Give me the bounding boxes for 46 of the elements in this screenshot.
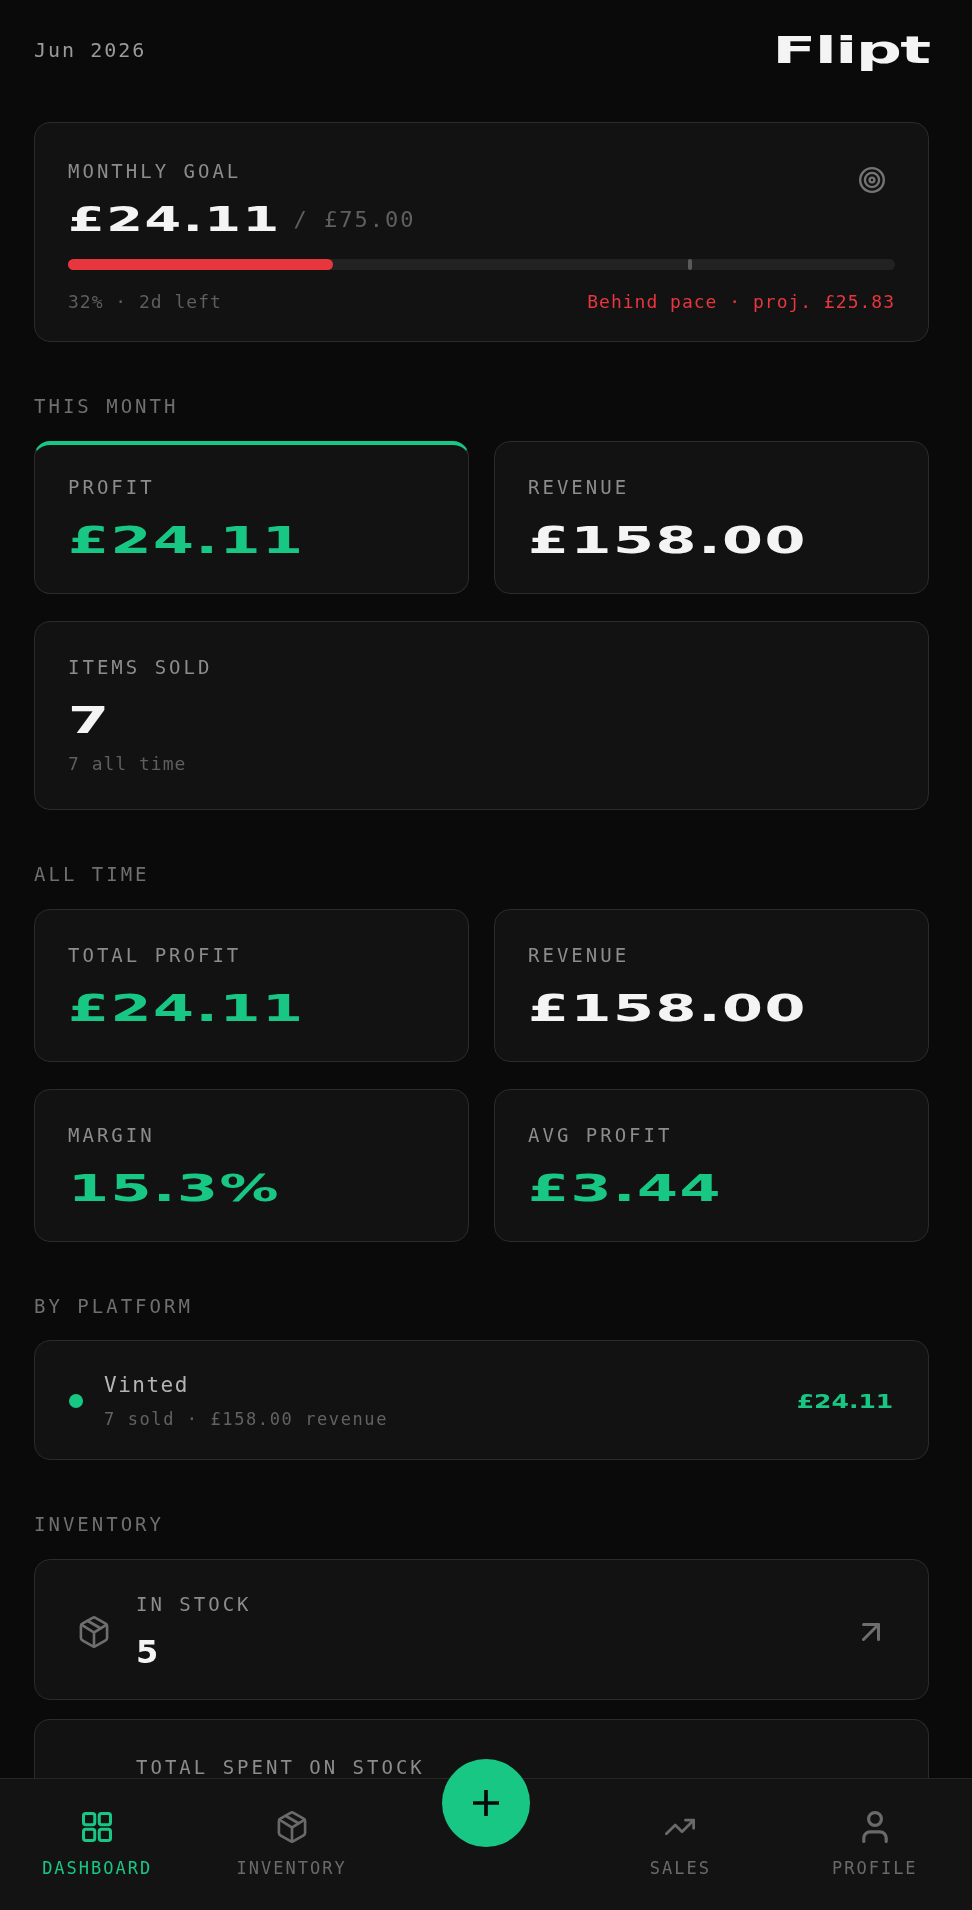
pace-status: Behind pace · proj. £25.83 <box>587 291 895 313</box>
person-icon <box>859 1811 890 1843</box>
nav-tab[interactable]: DASHBOARD <box>38 1811 157 1879</box>
stat-label: PROFIT <box>68 475 156 499</box>
goal-amount: £24.11 <box>68 198 281 241</box>
target-icon <box>859 167 885 193</box>
stat-value: £24.11 <box>68 985 305 1031</box>
grid-icon <box>82 1811 113 1843</box>
stat-label: ITEMS SOLD <box>68 655 214 679</box>
stat-value: £24.11 <box>68 517 305 563</box>
cube-icon <box>79 1615 109 1648</box>
app-logo: Flipt <box>771 28 929 72</box>
inventory-card[interactable]: IN STOCK 5 <box>34 1559 929 1700</box>
stat-value: 7 <box>68 697 111 743</box>
month-label: Jun 2026 <box>34 38 147 62</box>
section-title: ALL TIME <box>34 862 151 886</box>
inventory-label: IN STOCK <box>136 1592 253 1616</box>
nav-tab[interactable]: SALES <box>645 1811 715 1879</box>
inventory-card[interactable]: TOTAL SPENT ON STOCK <box>34 1719 929 1778</box>
stat-value: £3.44 <box>528 1165 723 1211</box>
platform-profit: £24.11 <box>796 1388 893 1413</box>
stat-value: £158.00 <box>528 985 808 1031</box>
section-title: THIS MONTH <box>34 394 180 418</box>
section-title: INVENTORY <box>34 1512 165 1536</box>
platform-detail: 7 sold · £158.00 revenue <box>104 1409 390 1429</box>
nav-tab[interactable]: INVENTORY <box>232 1811 351 1879</box>
goal-label: MONTHLY GOAL <box>68 159 243 183</box>
stat-label: AVG PROFIT <box>528 1123 674 1147</box>
plus-icon <box>473 1790 499 1816</box>
section-title: BY PLATFORM <box>34 1294 194 1318</box>
stat-label: REVENUE <box>528 943 631 967</box>
arrow-up-right-icon[interactable] <box>862 1622 880 1641</box>
stat-label: REVENUE <box>528 475 631 499</box>
platform-name: Vinted <box>104 1372 190 1398</box>
stat-label: TOTAL PROFIT <box>68 943 243 967</box>
goal-target: / £75.00 <box>293 206 416 232</box>
inventory-label: TOTAL SPENT ON STOCK <box>136 1755 426 1778</box>
inventory-value: 5 <box>136 1633 160 1671</box>
cube-icon <box>276 1811 307 1843</box>
platform-row[interactable]: Vinted 7 sold · £158.00 revenue £24.11 <box>34 1340 929 1460</box>
nav-tab[interactable]: PROFILE <box>827 1811 922 1879</box>
stat-label: MARGIN <box>68 1123 156 1147</box>
progress-text: 32% · 2d left <box>68 291 222 313</box>
stat-value: 15.3% <box>68 1165 281 1211</box>
stat-value: £158.00 <box>528 517 808 563</box>
stat-note: 7 all time <box>68 753 188 775</box>
